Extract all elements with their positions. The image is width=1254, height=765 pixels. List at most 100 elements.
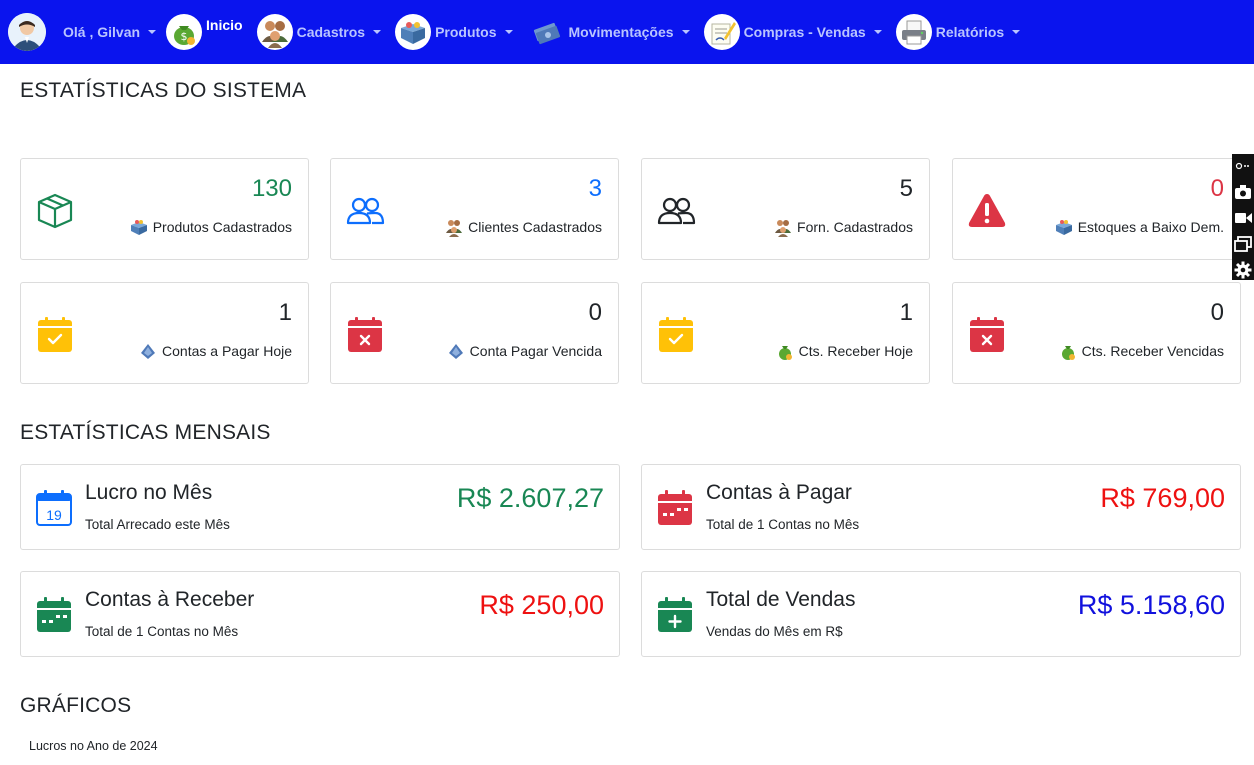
stat-card-suppliers[interactable]: 5 Forn. Cadastrados [641,158,930,260]
month-card-sales[interactable]: Total de Vendas Vendas do Mês em R$ R$ 5… [641,571,1241,657]
user-avatar[interactable] [8,13,46,51]
products-box-icon [1055,220,1072,235]
money-bag-icon [778,346,792,360]
box-icon [37,193,73,229]
camera-icon[interactable] [1233,182,1253,202]
stat-label: Contas a Pagar Hoje [138,341,292,361]
nav-menu-produtos[interactable]: Produtos [395,14,513,50]
gear-icon[interactable] [1233,260,1253,280]
month-card-amount: R$ 5.158,60 [1077,590,1225,620]
chevron-down-icon [148,30,157,34]
section-title-charts: GRÁFICOS [20,694,132,717]
chevron-down-icon [504,30,513,34]
calendar-plus-icon [658,597,692,632]
month-card-subtitle: Total de 1 Contas no Mês [706,517,860,532]
stat-label: Forn. Cadastrados [773,217,913,237]
stat-value: 0 [1210,175,1224,202]
user-menu[interactable]: Olá , Gilvan [63,24,157,40]
people-icon [657,197,696,225]
users-group-icon [446,220,463,237]
nav-menu-label: Movimentações [568,24,674,40]
user-greeting: Olá , Gilvan [63,24,141,40]
svg-text:19: 19 [46,507,62,523]
warning-icon [968,194,1006,227]
stat-label-text: Clientes Cadastrados [468,219,602,235]
stat-label: Cts. Receber Vencidas [1058,341,1224,361]
money-bag-icon [1061,346,1075,360]
calendar-check-icon [38,317,72,352]
calendar-minus-icon [658,490,692,525]
user-avatar-icon [8,13,46,51]
window-icon[interactable] [1233,234,1253,254]
stat-label: Estoques a Baixo Dem. [1054,217,1224,237]
month-card-receivable[interactable]: Contas à Receber Total de 1 Contas no Mê… [20,571,620,657]
calendar-x-icon [348,317,382,352]
stat-card-receivable-overdue[interactable]: 0 Cts. Receber Vencidas [952,282,1241,384]
money-notes-icon [141,344,156,359]
calendar-x-icon [970,317,1004,352]
month-card-title: Contas à Receber [85,588,255,611]
stat-value: 0 [1210,299,1224,326]
section-title-monthly-stats: ESTATÍSTICAS MENSAIS [20,421,271,444]
chart-caption: Lucros no Ano de 2024 [29,739,158,753]
nav-menu-label: Relatórios [935,24,1005,40]
nav-menu-movimentacoes[interactable]: Movimentações [529,14,690,50]
stat-label: Cts. Receber Hoje [775,341,913,361]
stat-label-text: Cts. Receber Vencidas [1081,343,1224,359]
stat-card-payable-overdue[interactable]: 0 Conta Pagar Vencida [330,282,619,384]
nav-home-link[interactable]: Inicio [206,17,243,33]
stat-label-text: Conta Pagar Vencida [469,343,602,359]
nav-menu-relatorios[interactable]: Relatórios [895,14,1021,50]
stat-card-receivable-today[interactable]: 1 Cts. Receber Hoje [641,282,930,384]
products-box-icon [130,220,147,235]
side-toolbar [1232,154,1254,280]
calendar-date-icon: 19 [36,490,72,526]
users-group-icon [775,220,792,237]
stat-value: 3 [588,175,602,202]
products-box-icon [395,14,432,50]
money-notes-icon [529,14,565,50]
stat-label: Conta Pagar Vencida [446,341,602,361]
chevron-down-icon [1012,30,1021,34]
month-card-title: Total de Vendas [706,588,856,611]
month-card-profit[interactable]: 19 Lucro no Mês Total Arrecado este Mês … [20,464,620,550]
stat-card-low-stock[interactable]: 0 Estoques a Baixo Dem. [952,158,1241,260]
calendar-check-icon [659,317,693,352]
chevron-down-icon [681,30,690,34]
contract-pen-icon [703,14,740,50]
stat-card-products[interactable]: 130 Produtos Cadastrados [20,158,309,260]
stat-label-text: Cts. Receber Hoje [798,343,913,359]
calendar-event-icon [37,597,71,632]
stat-value: 0 [588,299,602,326]
money-notes-icon [448,344,463,359]
month-card-subtitle: Total de 1 Contas no Mês [85,624,239,639]
month-card-title: Lucro no Mês [85,481,213,504]
stat-value: 130 [251,175,292,202]
stat-label: Produtos Cadastrados [129,217,292,237]
section-title-system-stats: ESTATÍSTICAS DO SISTEMA [20,79,307,102]
month-card-subtitle: Vendas do Mês em R$ [706,624,843,639]
people-icon [346,197,385,225]
video-icon[interactable] [1233,208,1253,228]
nav-menu-label: Cadastros [296,24,366,40]
stat-card-payable-today[interactable]: 1 Contas a Pagar Hoje [20,282,309,384]
stat-value: 1 [278,299,292,326]
nav-menu-compras-vendas[interactable]: Compras - Vendas [703,14,882,50]
stat-label-text: Forn. Cadastrados [797,219,913,235]
nav-menu-cadastros[interactable]: Cadastros [256,14,382,50]
month-card-payable[interactable]: Contas à Pagar Total de 1 Contas no Mês … [641,464,1241,550]
month-card-amount: R$ 250,00 [479,590,604,620]
link-icon[interactable] [1233,156,1253,176]
stat-value: 1 [899,299,913,326]
stat-card-clients[interactable]: 3 Clientes Cadastrados [330,158,619,260]
chevron-down-icon [873,30,882,34]
nav-menu-label: Produtos [435,24,497,40]
month-card-subtitle: Total Arrecado este Mês [85,517,230,532]
top-navbar: Olá , Gilvan $ Inicio Cadastros Produtos… [0,0,1254,64]
month-card-title: Contas à Pagar [706,481,852,504]
money-bag-icon: $ [166,14,203,50]
printer-report-icon [895,14,932,50]
stat-label-text: Produtos Cadastrados [152,219,292,235]
month-card-amount: R$ 769,00 [1100,483,1225,513]
stat-label: Clientes Cadastrados [444,217,602,237]
